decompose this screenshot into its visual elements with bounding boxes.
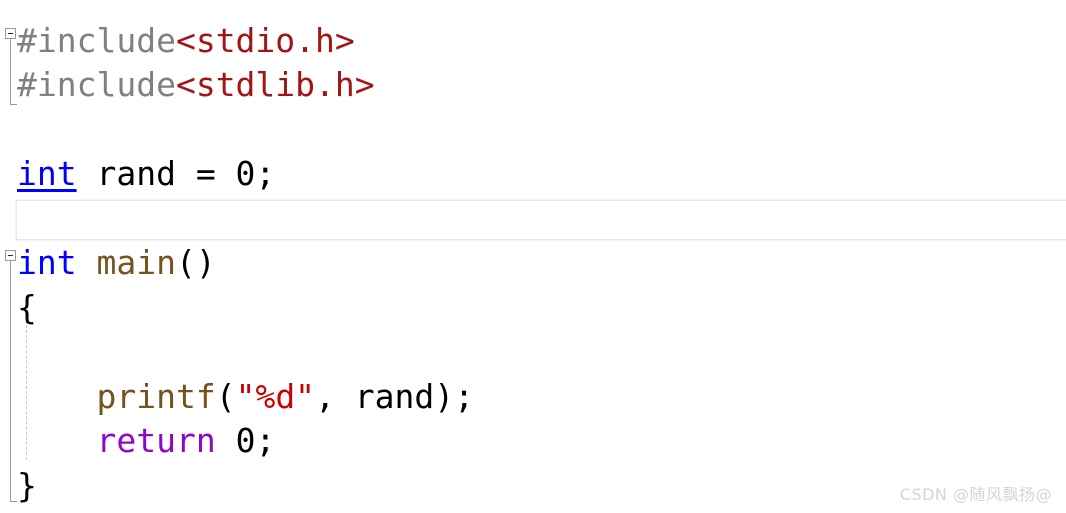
token-header-include: <stdlib.h> [175,65,375,104]
watermark-label: CSDN @随风飘扬@ [899,485,1052,504]
code-line-1[interactable]: #include<stdio.h> [17,24,355,57]
token-function-main: main [96,243,176,282]
token-function-printf: printf [96,377,216,416]
token-keyword-int: int [17,243,77,282]
fold-toggle-main[interactable] [5,250,16,261]
token-header-include: <stdio.h> [175,21,355,60]
code-line-9[interactable]: return 0; [17,424,275,457]
token-preprocessor: #include [17,65,176,104]
token-parens: () [175,243,216,282]
code-line-2[interactable]: #include<stdlib.h> [17,68,375,101]
token-args-end: , rand); [315,377,475,416]
code-editor[interactable]: #include<stdio.h> #include<stdlib.h> int… [0,0,1066,513]
code-line-10[interactable]: } [17,469,37,502]
fold-toggle-includes[interactable] [5,28,16,39]
intellisense-popup[interactable] [16,200,1066,240]
token-declaration-rand: rand = 0; [76,154,276,193]
fold-region-line-includes [10,39,11,104]
code-line-4[interactable]: int rand = 0; [17,157,275,190]
token-keyword-int: int [17,154,77,193]
token-string-format: "%d" [235,377,316,416]
token-return-value: 0; [215,421,276,460]
token-close-brace: } [17,466,37,505]
code-line-6[interactable]: { [17,291,37,324]
fold-region-foot-main [10,501,17,502]
token-keyword-return: return [96,421,216,460]
fold-region-line-main [10,261,11,501]
token-open-brace: { [17,288,37,327]
token-preprocessor: #include [17,21,176,60]
fold-region-foot-includes [10,104,17,105]
token-open-paren: ( [215,377,236,416]
code-line-5[interactable]: int main() [17,246,216,279]
code-line-8[interactable]: printf("%d", rand); [17,380,474,413]
